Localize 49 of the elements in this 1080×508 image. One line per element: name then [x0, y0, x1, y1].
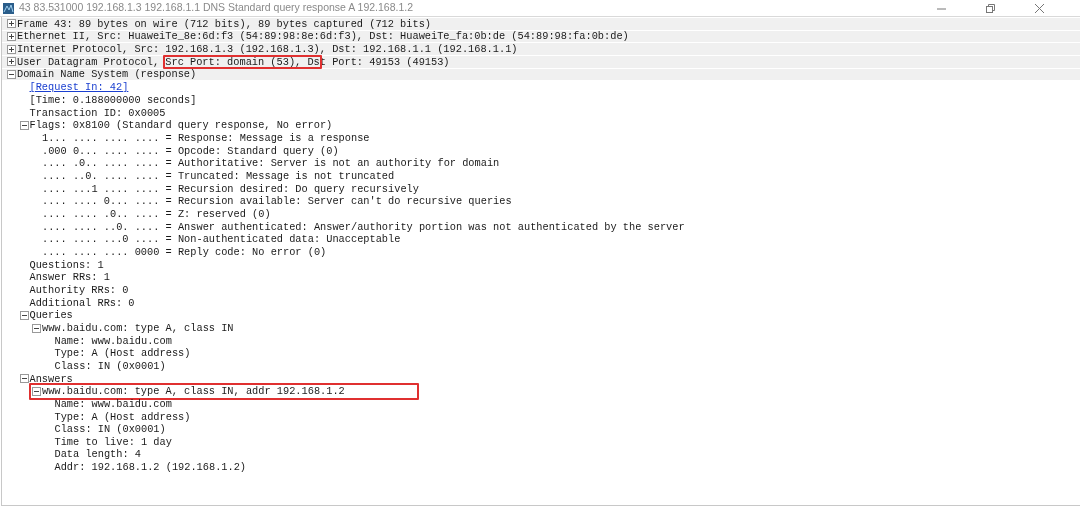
collapse-icon[interactable] — [32, 323, 41, 333]
tree-item-label: Data length: 4 — [54, 449, 141, 460]
collapse-icon[interactable] — [7, 69, 16, 79]
tree-item-label: www.baidu.com: type A, class IN — [42, 322, 234, 334]
tree-item-label: Class: IN (0x0001) — [54, 424, 166, 435]
tree-item-label: .... .... .0.. .... = Z: reserved (0) — [42, 209, 271, 220]
tree-item-label: Name: www.baidu.com — [54, 398, 172, 410]
tree-item-label: Answer RRs: 1 — [29, 272, 110, 283]
expand-icon[interactable] — [7, 44, 16, 54]
collapse-icon[interactable] — [19, 121, 29, 131]
tree-item-label: Transaction ID: 0x0005 — [29, 107, 166, 119]
tree-item-label: Domain Name System (response) — [17, 69, 197, 80]
app-icon — [3, 2, 14, 14]
collapse-icon[interactable] — [19, 310, 29, 320]
tree-item-label: Frame 43: 89 bytes on wire (712 bits), 89 bytes captured (712 bits) — [17, 18, 431, 29]
window-title: 43 83.531000 192.168.1.3 192.168.1.1 DNS Standard query response A 192.168.1.2 — [19, 0, 414, 16]
collapse-icon[interactable] — [19, 374, 29, 384]
tree-item-label: [Time: 0.188000000 seconds] — [29, 95, 197, 106]
tree-item-label: .... ..0. .... .... = Truncated: Message is not truncated — [42, 171, 395, 182]
tree-item-label: .... ...1 .... .... = Recursion desired: Do query recursively — [42, 183, 419, 194]
tree-item-label: Flags: 0x8100 (Standard query response, No error) — [29, 120, 333, 131]
tree-item-label: Queries — [29, 310, 73, 321]
tree-item-label: Authority RRs: 0 — [29, 284, 129, 296]
tree-item-label: .... .... 0... .... = Recursion available: Server can't do recursive queries — [42, 196, 512, 207]
tree-item-label: Questions: 1 — [29, 259, 104, 270]
tree-item-label: Addr: 192.168.1.2 (192.168.1.2) — [54, 462, 247, 473]
tree-item-label: .... .0.. .... .... = Authoritative: Server is not an authority for domain — [42, 158, 500, 169]
tree-item-label: Class: IN (0x0001) — [54, 360, 166, 372]
tree-item-label: Type: A (Host address) — [54, 348, 191, 359]
request-link[interactable]: [Request In: 42] — [29, 82, 129, 93]
restore-icon[interactable] — [986, 3, 995, 13]
tree-item-label: Time to live: 1 day — [54, 436, 172, 448]
close-icon[interactable] — [1035, 3, 1044, 13]
tree-item-label: Type: A (Host address) — [54, 411, 191, 422]
collapse-icon[interactable] — [32, 386, 41, 396]
tree-item-label: Ethernet II, Src: HuaweiTe_8e:6d:f3 (54:89:98:8e:6d:f3), Dst: HuaweiTe_fa:0b:de (54:89:98:fa:0b:de) — [17, 31, 629, 42]
tree-item-label: Internet Protocol, Src: 192.168.1.3 (192.168.1.3), Dst: 192.168.1.1 (192.168.1.1) — [17, 44, 518, 55]
tree-item-label: 1... .... .... .... = Response: Message is a response — [42, 133, 370, 144]
tree-item-label: .000 0... .... .... = Opcode: Standard query (0) — [42, 145, 339, 157]
expand-icon[interactable] — [7, 57, 16, 67]
tree-item-label: Additional RRs: 0 — [29, 297, 135, 308]
tree-item-label: .... .... ..0. .... = Answer authenticated: Answer/authority portion was not authenticated by the server — [42, 221, 685, 232]
tree-item-label: .... .... .... 0000 = Reply code: No error (0) — [42, 247, 327, 258]
tree-item-label: Answers — [29, 373, 73, 384]
tree-item-label: Name: www.baidu.com — [54, 335, 172, 346]
expand-icon[interactable] — [7, 32, 16, 41]
tree-item-label: .... .... ...0 .... = Non-authenticated data: Unacceptable — [42, 234, 401, 245]
expand-icon[interactable] — [7, 19, 16, 29]
tree-item-label: www.baidu.com: type A, class IN, addr 192.168.1.2 — [42, 386, 345, 397]
